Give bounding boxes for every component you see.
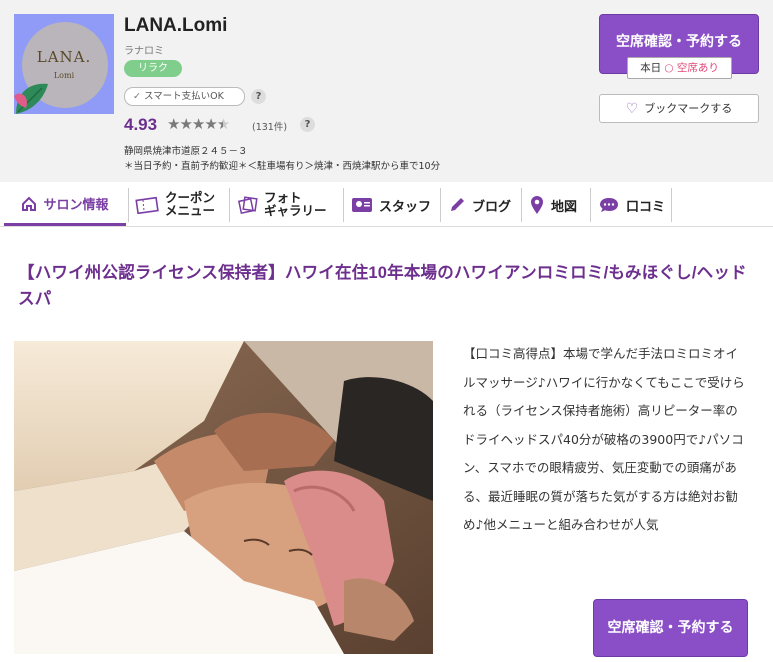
tab-divider — [229, 188, 230, 222]
massage-photo-image — [14, 341, 433, 654]
salon-access: ＊当日予約・直前予約歓迎＊＜駐車場有り＞焼津・西焼津駅から車で10分 — [124, 161, 441, 172]
staff-icon — [352, 198, 372, 212]
tab-staff[interactable]: スタッフ — [351, 184, 431, 226]
tab-map[interactable]: 地図 — [529, 184, 577, 226]
tab-coupon-menu[interactable]: クーポン メニュー — [135, 184, 215, 226]
tab-label: 地図 — [551, 198, 578, 214]
salon-name[interactable]: LANA.Lomi — [124, 15, 227, 37]
tab-divider — [343, 188, 344, 222]
star-icon: ★ — [191, 115, 205, 133]
availability-status: ○ 空席あり — [664, 62, 719, 74]
monstera-leaf-icon — [14, 83, 48, 114]
tab-blog[interactable]: ブログ — [448, 184, 511, 226]
smart-payment-badge: ✓ スマート支払いOK — [124, 87, 245, 106]
tab-label: ブログ — [472, 198, 512, 214]
check-icon: ✓ — [133, 91, 141, 102]
rating-help-icon[interactable]: ? — [300, 117, 315, 132]
salon-header: LANA. Lomi LANA.Lomi ラナロミ リラク ✓ スマート支払いOK… — [0, 0, 773, 182]
pen-icon — [451, 198, 464, 211]
star-icon: ★ — [167, 115, 180, 133]
rating-score: 4.93 — [124, 115, 158, 134]
smart-payment-label: スマート支払いOK — [143, 91, 224, 102]
availability-tag: 本日 ○ 空席あり — [627, 57, 732, 79]
tab-divider — [128, 188, 129, 222]
tab-divider — [671, 188, 672, 222]
review-count[interactable]: (131件) — [252, 119, 287, 133]
half-star-icon: ★ — [216, 115, 230, 133]
tab-photo-gallery[interactable]: フォト ギャラリー — [238, 184, 327, 226]
heart-icon: ♡ — [625, 101, 639, 117]
salon-kana: ラナロミ — [124, 46, 164, 57]
tab-label: クーポン メニュー — [165, 191, 216, 218]
salon-headline: 【ハワイ州公認ライセンス保持者】ハワイ在住10年本場のハワイアンロミロミ/もみほ… — [18, 264, 747, 308]
rating-stars: ★★★★★ — [167, 115, 230, 133]
photo-icon — [238, 196, 258, 214]
payment-help-icon[interactable]: ? — [251, 89, 266, 104]
salon-logo[interactable]: LANA. Lomi — [14, 14, 114, 114]
category-badge: リラク — [124, 60, 182, 77]
salon-address: 静岡県焼津市道原２４５－３ — [124, 146, 248, 157]
tab-label: 口コミ — [626, 198, 666, 214]
tab-divider — [521, 188, 522, 222]
tab-reviews[interactable]: 口コミ — [598, 184, 665, 226]
map-pin-icon — [531, 196, 543, 214]
home-icon — [22, 196, 37, 211]
tab-label: サロン情報 — [43, 197, 109, 212]
star-icon: ★ — [204, 115, 217, 133]
bookmark-label: ブックマークする — [644, 102, 733, 115]
tab-divider — [590, 188, 591, 222]
chat-icon — [600, 198, 618, 212]
availability-day: 本日 — [640, 62, 662, 74]
tab-label: スタッフ — [379, 198, 432, 214]
coupon-icon — [135, 196, 159, 214]
tab-salon-info[interactable]: サロン情報 — [4, 184, 126, 226]
tab-divider — [440, 188, 441, 222]
salon-photo — [14, 341, 433, 654]
bookmark-button[interactable]: ♡ ブックマークする — [599, 94, 759, 123]
tab-label: フォト ギャラリー — [264, 191, 327, 218]
reserve-button-bottom[interactable]: 空席確認・予約する — [593, 599, 748, 657]
star-icon: ★ — [179, 115, 192, 133]
salon-description: 【口コミ高得点】本場で学んだ手法ロミロミオイルマッサージ♪ハワイに行かなくてもこ… — [463, 346, 745, 532]
logo-text-main: LANA. — [36, 48, 92, 66]
salon-tabs: サロン情報 クーポン メニュー フォト ギャラリー スタッフ ブログ 地図 口コ… — [0, 184, 773, 227]
